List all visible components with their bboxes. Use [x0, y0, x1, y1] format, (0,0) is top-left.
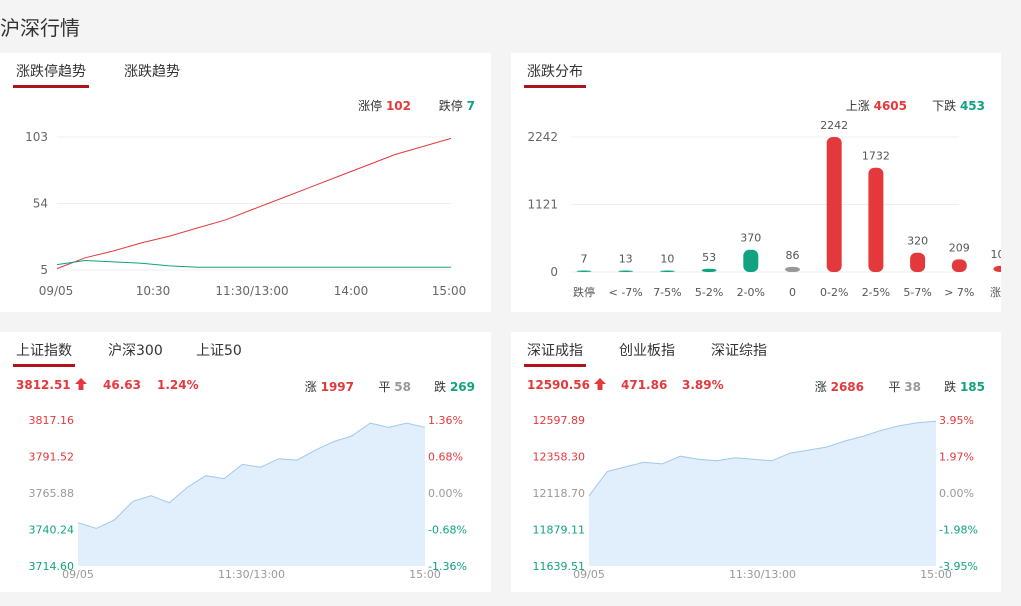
x-tick-label: 15:00 [920, 568, 952, 581]
sh-index-chart: 3817.16 1.36% 3791.52 0.68% 3765.88 0.00% 3740… [29, 414, 467, 581]
y-tick-label-right: -0.68% [428, 524, 467, 537]
page-title: 沪深行情 [0, 16, 80, 40]
bar-value-label: 102 [991, 248, 1002, 261]
bar-value-label: 10 [660, 253, 674, 266]
sh-index-card: 上证指数 沪深300 上证50 3812.51 46.63 1.24% 涨 19… [0, 332, 491, 592]
bar-涨停 [993, 265, 1001, 272]
bar-0 [785, 266, 800, 272]
bar-跌停 [576, 270, 592, 272]
bar-0-2% [826, 137, 842, 272]
x-tick-label: 0 [789, 286, 796, 299]
limit-trend-card: 涨跌停趋势 涨跌趋势 涨停 102 跌停 7 103 54 5 09/05 10:30 1… [0, 53, 491, 312]
x-tick-label: 14:00 [334, 284, 369, 298]
series-line-跌停 [56, 259, 451, 268]
bar-value-label: 1732 [862, 150, 890, 163]
bar-2-5% [868, 167, 884, 272]
bar-value-label: 53 [702, 251, 716, 264]
x-tick-label: 09/05 [62, 568, 94, 581]
y-tick-label-left: 12358.30 [533, 451, 586, 464]
bar-value-label: 86 [786, 249, 800, 262]
y-tick-label: 54 [33, 197, 48, 211]
x-tick-label: > 7% [944, 286, 974, 299]
distribution-chart: 2242 1121 0 7 跌停 13 < -7% 10 7-5% 53 5-2% 370 2-0% 86… [527, 119, 1002, 299]
y-tick-label-left: 3740.24 [29, 524, 75, 537]
y-tick-label-right: -1.98% [939, 524, 978, 537]
x-tick-label: 09/05 [39, 284, 74, 298]
x-tick-label: 2-5% [862, 286, 890, 299]
x-tick-label: 7-5% [653, 286, 681, 299]
x-tick-label: < -7% [609, 286, 643, 299]
y-tick-label-left: 3791.52 [29, 451, 75, 464]
x-tick-label: 10:30 [136, 284, 171, 298]
x-tick-label: 11:30/13:00 [218, 568, 285, 581]
y-tick-label: 103 [25, 130, 48, 144]
x-tick-label: 跌停 [573, 285, 595, 299]
sz-index-card: 深证成指 创业板指 深证综指 12590.56 471.86 3.89% 涨 2… [511, 332, 1001, 592]
x-tick-label: 15:00 [432, 284, 467, 298]
index-area [78, 423, 425, 566]
bar-5-7% [910, 252, 926, 272]
bar-value-label: 7 [581, 253, 588, 266]
bar-< -7% [618, 270, 634, 272]
y-tick-label-left: 3765.88 [29, 487, 75, 500]
y-tick-label-left: 12597.89 [533, 414, 586, 427]
y-tick-label-left: 12118.70 [533, 487, 586, 500]
bar-> 7% [951, 259, 967, 272]
sz-index-chart: 12597.89 3.95% 12358.30 1.97% 12118.70 0.00% 1… [533, 414, 978, 581]
x-tick-label: 11:30/13:00 [729, 568, 796, 581]
x-tick-label: 09/05 [573, 568, 605, 581]
limit-trend-chart: 103 54 5 09/05 10:30 11:30/13:00 14:00 15:00 [25, 130, 467, 298]
bar-7-5% [659, 270, 675, 272]
y-tick-label-left: 11879.11 [533, 524, 586, 537]
y-tick-label: 5 [40, 263, 48, 277]
y-tick-label-right: 1.36% [428, 414, 463, 427]
bar-value-label: 2242 [820, 119, 848, 132]
bar-2-0% [743, 249, 759, 272]
distribution-card: 涨跌分布 上涨 4605 下跌 453 2242 1121 0 7 跌停 13 < -7% 1… [511, 53, 1001, 312]
x-tick-label: 11:30/13:00 [215, 284, 288, 298]
y-tick-label-right: 1.97% [939, 451, 974, 464]
x-tick-label: 2-0% [737, 286, 765, 299]
x-tick-label: 5-7% [903, 286, 931, 299]
x-tick-label: 5-2% [695, 286, 723, 299]
x-tick-label: 15:00 [409, 568, 441, 581]
bar-5-2% [701, 268, 717, 272]
y-tick-label-right: 0.00% [939, 487, 974, 500]
y-tick-label-right: 3.95% [939, 414, 974, 427]
y-tick-label: 0 [550, 265, 558, 279]
bar-value-label: 13 [619, 253, 633, 266]
bar-value-label: 320 [907, 235, 928, 248]
y-tick-label-right: 0.68% [428, 451, 463, 464]
index-area [589, 421, 936, 566]
y-tick-label-right: 0.00% [428, 487, 463, 500]
y-tick-label: 1121 [527, 198, 558, 212]
x-tick-label: 涨停 [990, 285, 1001, 299]
bar-value-label: 209 [949, 241, 970, 254]
y-tick-label-left: 3817.16 [29, 414, 75, 427]
y-tick-label: 2242 [527, 130, 558, 144]
x-tick-label: 0-2% [820, 286, 848, 299]
bar-value-label: 370 [740, 232, 761, 245]
